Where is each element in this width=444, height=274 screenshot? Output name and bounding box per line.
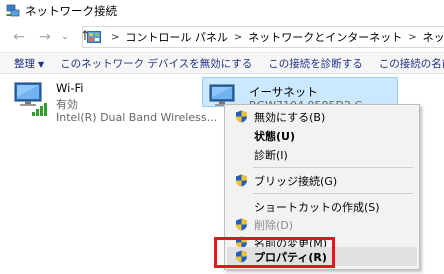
- forward-arrow-icon[interactable]: →: [36, 28, 54, 46]
- breadcrumb-network-connections[interactable]: ネットワーク接続: [423, 29, 444, 45]
- title-bar: ネットワーク接続: [0, 0, 444, 22]
- menu-separator: [253, 193, 413, 194]
- uac-shield-icon: [235, 110, 248, 123]
- menu-separator: [253, 167, 413, 168]
- network-connections-icon: [6, 4, 20, 18]
- ethernet-adapter-name: イーサネット: [249, 85, 318, 99]
- menu-item-delete: 削除(D): [227, 215, 417, 234]
- navigation-bar: ← → ⌄ ↑ > コントロール パネル > ネットワークとインターネット > …: [0, 25, 444, 49]
- control-panel-icon: [87, 31, 101, 43]
- menu-item-bridge[interactable]: ブリッジ接続(G): [227, 171, 417, 190]
- wifi-adapter-device: Intel(R) Dual Band Wireless...: [56, 111, 218, 124]
- highlight-annotation-box: [214, 237, 335, 268]
- ethernet-adapter-item[interactable]: イーサネット RGW7104 0585D2 G: [202, 77, 398, 107]
- command-bar: 整理 ▼ このネットワーク デバイスを無効にする この接続を診断する この接続の名…: [0, 52, 444, 74]
- wifi-adapter-status: 有効: [56, 98, 78, 111]
- breadcrumb-network-internet[interactable]: ネットワークとインターネット: [248, 29, 402, 45]
- menu-item-label: 削除(D): [254, 218, 294, 232]
- window-title: ネットワーク接続: [25, 4, 117, 18]
- menu-item-label: 診断(I): [254, 148, 288, 162]
- disable-device-button[interactable]: このネットワーク デバイスを無効にする: [52, 56, 260, 71]
- menu-item-label: ブリッジ接続(G): [254, 174, 338, 188]
- wifi-adapter-icon: [12, 81, 52, 120]
- breadcrumb-separator-icon: >: [408, 31, 417, 43]
- menu-item-label: 状態(U): [254, 129, 295, 143]
- breadcrumb-separator-icon: >: [111, 31, 120, 43]
- wifi-adapter-name: Wi-Fi: [56, 81, 84, 95]
- rename-connection-button[interactable]: この接続の名前を変更する: [371, 56, 444, 71]
- breadcrumb-control-panel[interactable]: コントロール パネル: [125, 29, 228, 45]
- uac-shield-icon: [235, 218, 248, 231]
- menu-item-label: ショートカットの作成(S): [254, 200, 380, 214]
- diagnose-connection-button[interactable]: この接続を診断する: [260, 56, 371, 71]
- menu-item-disable[interactable]: 無効にする(B): [227, 107, 417, 126]
- recent-locations-chevron-icon[interactable]: ⌄: [56, 28, 74, 46]
- back-arrow-icon[interactable]: ←: [10, 28, 28, 46]
- organize-menu-button[interactable]: 整理 ▼: [0, 56, 52, 71]
- menu-item-label: 無効にする(B): [254, 110, 326, 124]
- address-bar[interactable]: > コントロール パネル > ネットワークとインターネット > ネットワーク接続: [82, 26, 444, 48]
- uac-shield-icon: [235, 174, 248, 187]
- organize-label: 整理: [14, 57, 35, 70]
- menu-item-create-shortcut[interactable]: ショートカットの作成(S): [227, 197, 417, 216]
- menu-item-status[interactable]: 状態(U): [227, 126, 417, 145]
- caret-down-icon: ▼: [38, 59, 45, 69]
- wifi-adapter-item[interactable]: Wi-Fi 有効 Intel(R) Dual Band Wireless...: [0, 75, 217, 124]
- breadcrumb-separator-icon: >: [233, 31, 243, 43]
- menu-item-diagnose[interactable]: 診断(I): [227, 145, 417, 164]
